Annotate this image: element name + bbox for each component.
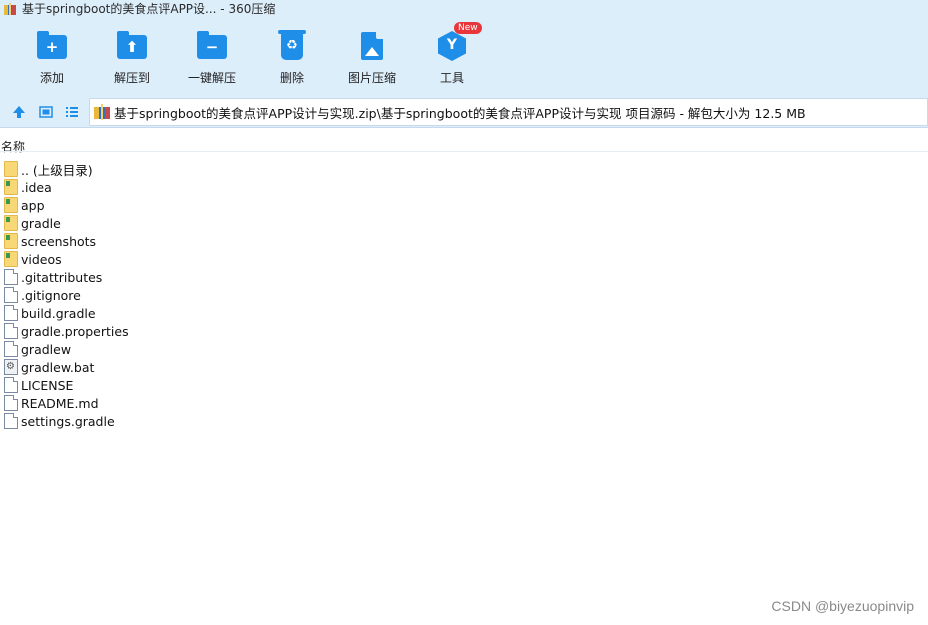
file-icon bbox=[4, 323, 18, 339]
file-name: LICENSE bbox=[21, 377, 74, 393]
tools-button[interactable]: Y New 工具 bbox=[412, 22, 492, 86]
list-item[interactable]: .. (上级目录) bbox=[0, 160, 928, 178]
list-item[interactable]: gradle.properties bbox=[0, 322, 928, 340]
tools-label: 工具 bbox=[439, 71, 464, 85]
up-arrow-icon[interactable] bbox=[12, 105, 26, 119]
column-header: 名称 bbox=[0, 134, 928, 156]
recycle-bin-icon: ♻ bbox=[278, 30, 306, 60]
file-name: app bbox=[21, 197, 45, 213]
list-item[interactable]: .idea bbox=[0, 178, 928, 196]
file-name: gradle bbox=[21, 215, 61, 231]
list-item[interactable]: LICENSE bbox=[0, 376, 928, 394]
file-icon bbox=[4, 269, 18, 285]
file-name: .gitignore bbox=[21, 287, 81, 303]
file-name: gradlew.bat bbox=[21, 359, 95, 375]
image-compress-icon bbox=[361, 32, 383, 60]
list-item[interactable]: app bbox=[0, 196, 928, 214]
delete-label: 删除 bbox=[279, 71, 304, 85]
file-name: gradle.properties bbox=[21, 323, 129, 339]
file-icon bbox=[4, 341, 18, 357]
one-click-extract-button[interactable]: − 一键解压 bbox=[172, 30, 252, 86]
file-name: README.md bbox=[21, 395, 99, 411]
address-bar: 基于springboot的美食点评APP设计与实现.zip\基于springbo… bbox=[0, 97, 928, 128]
thumbnail-view-icon[interactable] bbox=[39, 105, 53, 119]
watermark: CSDN @biyezuopinvip bbox=[771, 598, 914, 614]
zip-archive-icon bbox=[94, 104, 110, 120]
file-name: settings.gradle bbox=[21, 413, 115, 429]
file-name: .gitattributes bbox=[21, 269, 103, 285]
list-view-icon[interactable] bbox=[65, 105, 79, 119]
file-icon bbox=[4, 413, 18, 429]
file-icon bbox=[4, 377, 18, 393]
file-icon bbox=[4, 287, 18, 303]
list-item[interactable]: gradlew.bat bbox=[0, 358, 928, 376]
list-item[interactable]: build.gradle bbox=[0, 304, 928, 322]
list-item[interactable]: settings.gradle bbox=[0, 412, 928, 430]
list-item[interactable]: README.md bbox=[0, 394, 928, 412]
folder-icon bbox=[4, 161, 18, 177]
extract-to-label: 解压到 bbox=[113, 71, 150, 85]
window-title: 基于springboot的美食点评APP设... - 360压缩 bbox=[22, 2, 276, 16]
image-compress-label: 图片压缩 bbox=[347, 71, 396, 85]
batch-file-icon bbox=[4, 359, 18, 375]
list-item[interactable]: screenshots bbox=[0, 232, 928, 250]
file-name: gradlew bbox=[21, 341, 72, 357]
file-list: .. (上级目录) .idea app gradle screenshots v… bbox=[0, 160, 928, 430]
list-item[interactable]: gradlew bbox=[0, 340, 928, 358]
add-button-label: 添加 bbox=[39, 71, 64, 85]
list-item[interactable]: gradle bbox=[0, 214, 928, 232]
column-name-header[interactable]: 名称 bbox=[1, 138, 25, 155]
file-name: .. (上级目录) bbox=[21, 162, 93, 178]
new-badge: New bbox=[454, 22, 482, 34]
address-path: 基于springboot的美食点评APP设计与实现.zip\基于springbo… bbox=[114, 105, 806, 121]
folder-icon bbox=[4, 233, 18, 249]
delete-button[interactable]: ♻ 删除 bbox=[252, 30, 332, 86]
file-icon bbox=[4, 305, 18, 321]
file-name: build.gradle bbox=[21, 305, 96, 321]
folder-icon bbox=[4, 215, 18, 231]
folder-icon bbox=[4, 179, 18, 195]
folder-icon bbox=[4, 197, 18, 213]
file-name: screenshots bbox=[21, 233, 97, 249]
main-toolbar: + 添加 ⬆ 解压到 − 一键解压 ♻ 删除 图片压缩 Y New 工具 bbox=[0, 17, 928, 97]
one-click-extract-label: 一键解压 bbox=[187, 71, 236, 85]
one-click-extract-icon: − bbox=[197, 31, 227, 59]
title-bar: 基于springboot的美食点评APP设... - 360压缩 bbox=[0, 0, 928, 17]
extract-to-button[interactable]: ⬆ 解压到 bbox=[92, 30, 172, 86]
archive-app-icon bbox=[4, 2, 16, 15]
add-folder-icon: + bbox=[37, 31, 67, 59]
file-name: .idea bbox=[21, 179, 52, 195]
list-item[interactable]: .gitignore bbox=[0, 286, 928, 304]
extract-to-icon: ⬆ bbox=[117, 31, 147, 59]
list-item[interactable]: .gitattributes bbox=[0, 268, 928, 286]
file-name: videos bbox=[21, 251, 62, 267]
file-icon bbox=[4, 395, 18, 411]
folder-icon bbox=[4, 251, 18, 267]
header-divider bbox=[0, 151, 928, 152]
tools-cube-icon: Y bbox=[438, 31, 466, 61]
image-compress-button[interactable]: 图片压缩 bbox=[332, 30, 412, 86]
address-field[interactable]: 基于springboot的美食点评APP设计与实现.zip\基于springbo… bbox=[89, 98, 928, 126]
list-item[interactable]: videos bbox=[0, 250, 928, 268]
add-button[interactable]: + 添加 bbox=[12, 30, 92, 86]
